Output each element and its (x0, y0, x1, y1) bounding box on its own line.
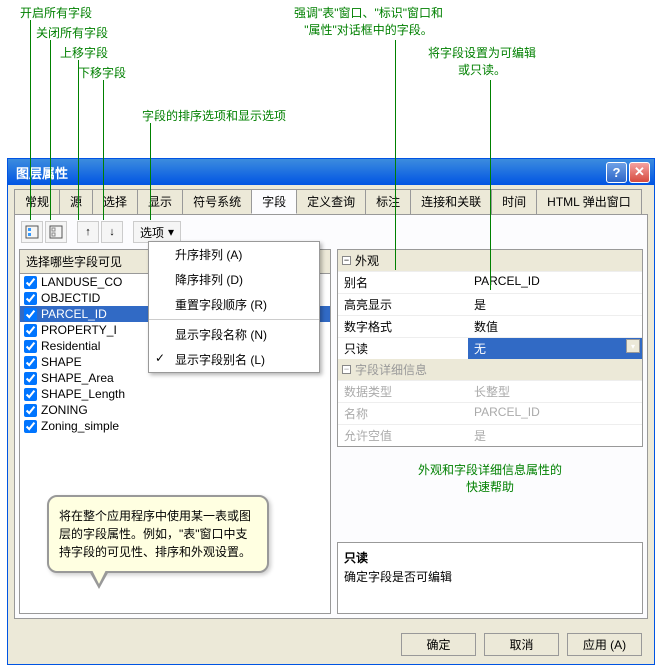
field-checkbox[interactable] (24, 308, 37, 321)
tab-fields[interactable]: 字段 (251, 189, 297, 214)
help-button[interactable]: ? (606, 162, 627, 183)
field-checkbox[interactable] (24, 292, 37, 305)
prop-highlight[interactable]: 高亮显示是 (338, 293, 642, 315)
annotation-line (50, 40, 51, 220)
menu-sort-desc[interactable]: 降序排列 (D) (149, 267, 319, 292)
tab-labels[interactable]: 标注 (365, 189, 411, 214)
field-checkbox[interactable] (24, 404, 37, 417)
menu-show-names[interactable]: 显示字段名称 (N) (149, 322, 319, 347)
prop-numfmt[interactable]: 数字格式数值 (338, 315, 642, 337)
field-name: ZONING (41, 403, 88, 417)
menu-sort-asc[interactable]: 升序排列 (A) (149, 242, 319, 267)
section-details[interactable]: −字段详细信息 (338, 359, 642, 380)
quick-help-panel: 只读 确定字段是否可编辑 (337, 542, 643, 614)
tab-symbology[interactable]: 符号系统 (182, 189, 252, 214)
tab-selection[interactable]: 选择 (92, 189, 138, 214)
tab-html[interactable]: HTML 弹出窗口 (536, 189, 642, 214)
check-icon: ✓ (155, 351, 165, 365)
info-callout: 将在整个应用程序中使用某一表或图层的字段属性。例如，"表"窗口中支持字段的可见性… (47, 495, 269, 573)
annotation-readonly: 将字段设置为可编辑 或只读。 (428, 44, 536, 78)
tab-source[interactable]: 源 (59, 189, 93, 214)
field-name: SHAPE_Area (41, 371, 114, 385)
field-name: OBJECTID (41, 291, 100, 305)
menu-reset-order[interactable]: 重置字段顺序 (R) (149, 292, 319, 317)
tab-general[interactable]: 常规 (14, 189, 60, 214)
callout-tail-icon (89, 571, 109, 589)
move-up-button[interactable]: ↑ (77, 221, 99, 243)
annotation-line (395, 40, 396, 270)
field-checkbox[interactable] (24, 324, 37, 337)
annotation-sort-options: 字段的排序选项和显示选项 (142, 107, 286, 124)
annotation-highlight: 强调"表"窗口、"标识"窗口和 "属性"对话框中的字段。 (294, 4, 443, 38)
tab-content: ↑ ↓ 选项▾ 升序排列 (A) 降序排列 (D) 重置字段顺序 (R) 显示字… (14, 214, 648, 619)
annotation-line (150, 123, 151, 220)
prop-nullable: 允许空值是 (338, 424, 642, 446)
annotation-move-up: 上移字段 (60, 44, 108, 61)
options-menu: 升序排列 (A) 降序排列 (D) 重置字段顺序 (R) 显示字段名称 (N) … (148, 241, 320, 373)
dialog-window: 图层属性 ? ✕ 常规 源 选择 显示 符号系统 字段 定义查询 标注 连接和关… (7, 158, 655, 665)
field-name: PROPERTY_I (41, 323, 117, 337)
chevron-down-icon: ▾ (168, 225, 174, 239)
field-name: Zoning_simple (41, 419, 119, 433)
menu-separator (149, 319, 319, 320)
tab-joins[interactable]: 连接和关联 (410, 189, 492, 214)
help-desc: 确定字段是否可编辑 (344, 568, 636, 585)
field-item[interactable]: Zoning_simple (20, 418, 330, 434)
field-name: PARCEL_ID (41, 307, 107, 321)
tab-strip: 常规 源 选择 显示 符号系统 字段 定义查询 标注 连接和关联 时间 HTML… (8, 185, 654, 214)
quick-help-annotation: 外观和字段详细信息属性的 快速帮助 (418, 461, 562, 495)
titlebar: 图层属性 ? ✕ (8, 159, 654, 185)
annotation-line (103, 80, 104, 220)
field-checkbox[interactable] (24, 356, 37, 369)
collapse-icon[interactable]: − (342, 365, 351, 374)
window-title: 图层属性 (12, 163, 604, 182)
field-name: SHAPE (41, 355, 82, 369)
field-name: Residential (41, 339, 100, 353)
annotation-all-off: 关闭所有字段 (36, 24, 108, 41)
close-button[interactable]: ✕ (629, 162, 650, 183)
field-checkbox[interactable] (24, 372, 37, 385)
cancel-button[interactable]: 取消 (484, 633, 559, 656)
field-checkbox[interactable] (24, 340, 37, 353)
ok-button[interactable]: 确定 (401, 633, 476, 656)
prop-readonly[interactable]: 只读无▾ (338, 337, 642, 359)
tab-display[interactable]: 显示 (137, 189, 183, 214)
dropdown-arrow-icon[interactable]: ▾ (626, 339, 640, 353)
annotation-line (78, 60, 79, 220)
field-name: LANDUSE_CO (41, 275, 122, 289)
all-fields-on-button[interactable] (21, 221, 43, 243)
field-item[interactable]: SHAPE_Length (20, 386, 330, 402)
help-title: 只读 (344, 549, 636, 566)
button-bar: 确定 取消 应用 (A) (8, 625, 654, 664)
field-checkbox[interactable] (24, 276, 37, 289)
menu-show-aliases[interactable]: ✓显示字段别名 (L) (149, 347, 319, 372)
field-item[interactable]: ZONING (20, 402, 330, 418)
annotation-move-down: 下移字段 (78, 64, 126, 81)
tab-defquery[interactable]: 定义查询 (296, 189, 366, 214)
tab-time[interactable]: 时间 (491, 189, 537, 214)
prop-datatype: 数据类型长整型 (338, 380, 642, 402)
field-name: SHAPE_Length (41, 387, 125, 401)
collapse-icon[interactable]: − (342, 256, 351, 265)
options-dropdown[interactable]: 选项▾ (133, 221, 181, 243)
toolbar: ↑ ↓ 选项▾ (19, 219, 643, 245)
move-down-button[interactable]: ↓ (101, 221, 123, 243)
annotation-line (490, 80, 491, 290)
prop-name: 名称PARCEL_ID (338, 402, 642, 424)
apply-button[interactable]: 应用 (A) (567, 633, 642, 656)
annotation-all-on: 开启所有字段 (20, 4, 92, 21)
field-checkbox[interactable] (24, 388, 37, 401)
annotation-line (30, 20, 31, 220)
all-fields-off-button[interactable] (45, 221, 67, 243)
field-checkbox[interactable] (24, 420, 37, 433)
